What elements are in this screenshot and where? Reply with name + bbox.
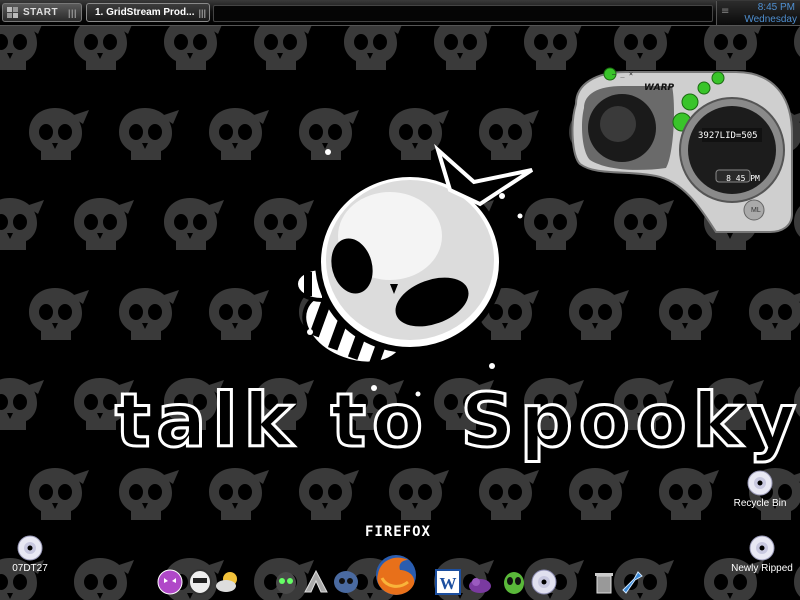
desktop-icon-recycle-bin[interactable]: Recycle Bin	[720, 470, 800, 509]
player-green-button[interactable]	[711, 71, 725, 85]
chevron-logo-icon[interactable]	[302, 568, 330, 596]
tray-grip-icon: ≡	[721, 6, 730, 17]
grip-icon: |||	[198, 7, 207, 18]
clock-time[interactable]: 8:45 PM	[758, 2, 795, 13]
media-player-skin[interactable]	[566, 64, 796, 234]
player-brand: WARP	[644, 83, 675, 93]
player-next-button[interactable]	[697, 81, 711, 95]
player-time-display: 8 45 PM	[726, 174, 760, 183]
taskbar-window-button[interactable]: 1. GridStream Prod... |||	[86, 3, 210, 22]
cd-icon	[747, 470, 773, 496]
desktop-icon-newly-ripped[interactable]: Newly Ripped	[722, 535, 800, 574]
clock-day: Wednesday	[744, 14, 797, 25]
player-ml-button[interactable]: ML	[751, 207, 761, 214]
desktop-icon-07dt27[interactable]: 07DT27	[0, 535, 70, 574]
skull-blue-icon[interactable]	[332, 568, 360, 596]
cd-icon	[749, 535, 775, 561]
desktop-icon-label: Newly Ripped	[731, 563, 793, 574]
start-button[interactable]: START |||	[2, 3, 82, 22]
desktop-icon-label: 07DT27	[12, 563, 48, 574]
player-readout: 3927LID=505	[698, 131, 758, 141]
firefox-icon[interactable]	[372, 552, 420, 598]
wallpaper-title-text: talk to Spooky	[114, 377, 800, 466]
system-tray: ≡ 8:45 PM Wednesday	[716, 1, 800, 25]
weather-icon[interactable]	[214, 568, 242, 596]
task-strip	[213, 5, 713, 22]
desktop-icon-label: Recycle Bin	[733, 498, 787, 509]
purple-creature-icon[interactable]	[466, 568, 494, 596]
firefox-dock-label: FIREFOX	[364, 524, 431, 540]
cd-icon[interactable]	[530, 568, 558, 596]
blue-tool-icon[interactable]	[618, 568, 646, 596]
player-prev-button[interactable]	[681, 93, 699, 111]
windows-flag-icon	[7, 6, 18, 18]
green-alien-icon[interactable]	[500, 568, 528, 596]
player-window-controls[interactable]: – _ ×	[612, 70, 633, 78]
start-label: START	[23, 7, 59, 18]
purple-face-icon[interactable]	[156, 568, 184, 596]
taskbar-window-label: 1. GridStream Prod...	[95, 7, 195, 18]
alien-gir-icon[interactable]	[272, 568, 300, 596]
word-icon[interactable]: W	[434, 568, 462, 596]
svg-text:W: W	[440, 574, 457, 593]
trash-icon[interactable]	[590, 568, 618, 596]
cd-icon	[17, 535, 43, 561]
mask-icon[interactable]	[186, 568, 214, 596]
grip-icon: |||	[67, 7, 77, 18]
taskbar: START ||| 1. GridStream Prod... ||| ≡ 8:…	[0, 0, 800, 26]
